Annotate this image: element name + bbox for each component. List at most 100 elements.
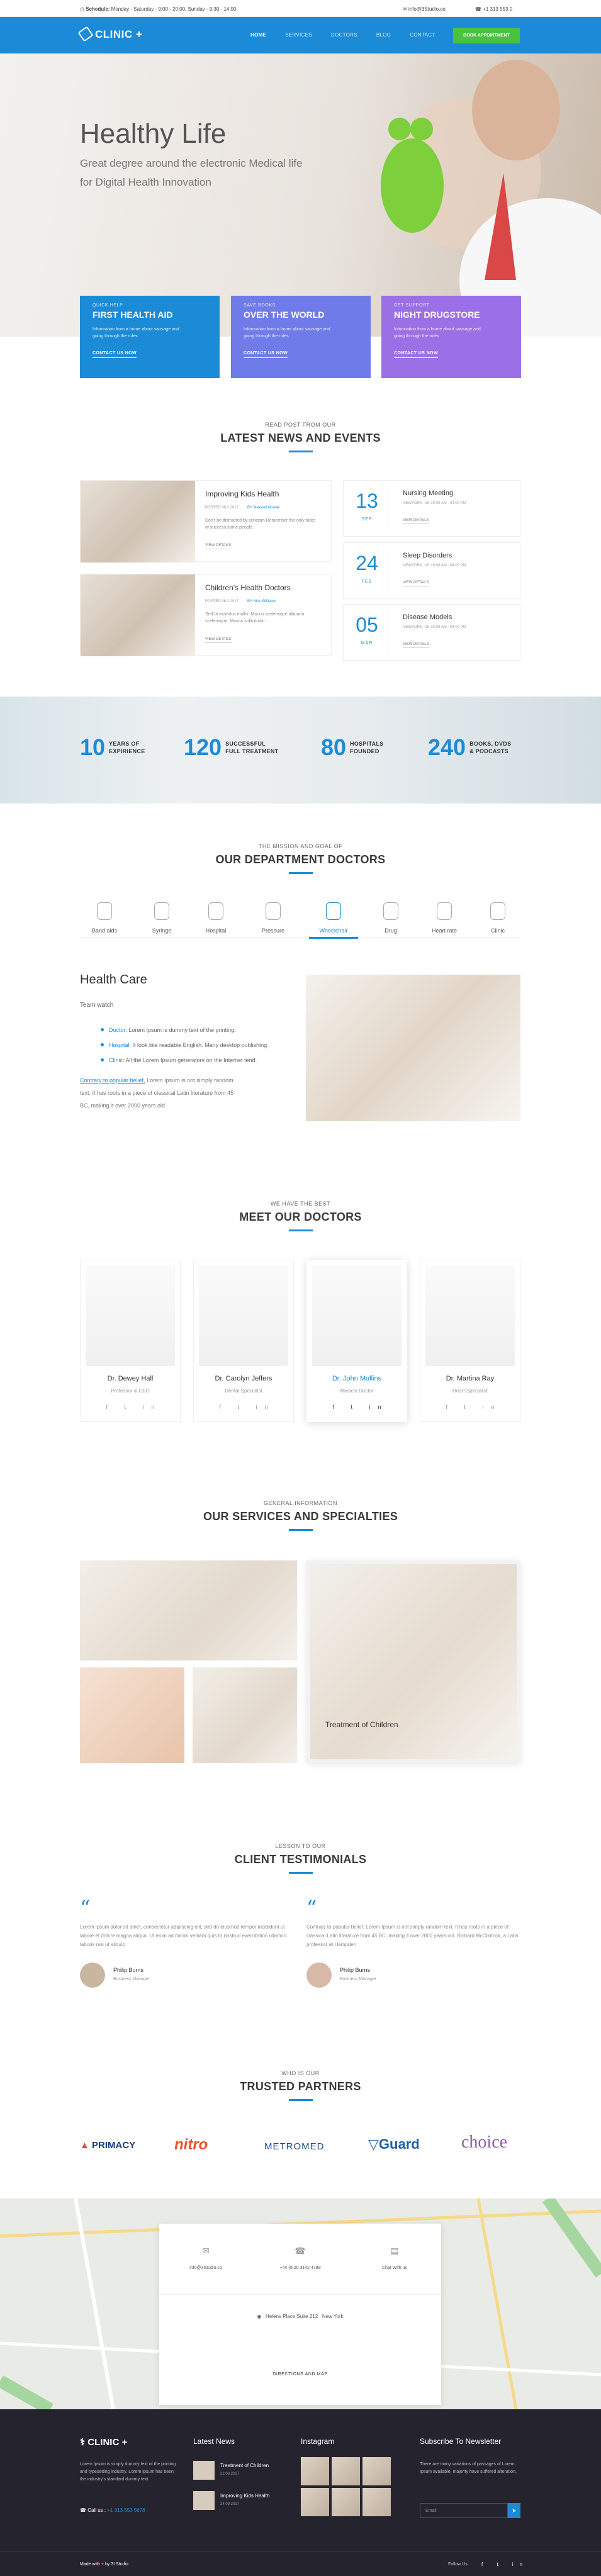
event-title[interactable]: Sleep Disorders: [403, 552, 452, 559]
hero-subtitle: Great degree around the electronic Medic…: [80, 157, 303, 188]
event-title[interactable]: Disease Models: [403, 613, 452, 621]
footer-social-icons[interactable]: f t in: [481, 2562, 529, 2567]
footer-about: Lorem Ipsum is simply dummy text of the …: [80, 2462, 176, 2482]
contact-us-link[interactable]: CONTACT US NOW: [244, 351, 288, 358]
nav-contact[interactable]: CONTACT: [410, 32, 435, 38]
event-month: MAR: [361, 641, 373, 646]
phone-icon: ☎: [80, 2507, 86, 2513]
doctor-card[interactable]: Dr. John Mullins Medical Doctor f t in: [306, 1260, 407, 1422]
news-thumb[interactable]: [193, 2491, 215, 2510]
dept-tab-clinic[interactable]: Clinic: [473, 902, 522, 934]
nav-services[interactable]: SERVICES: [285, 32, 312, 38]
view-details-link[interactable]: VIEW DETAILS: [205, 637, 232, 643]
stethoscope-icon: ⚕: [80, 2437, 86, 2448]
service-image[interactable]: [193, 1667, 297, 1763]
health-photo: [306, 975, 520, 1121]
dept-tab-wheelchair[interactable]: Wheelchair: [309, 902, 358, 934]
top-bar: ◷ Schedule: Monday - Saturday - 9:00 - 2…: [0, 0, 601, 17]
top-email[interactable]: ✉ info@3Studio.co: [403, 6, 446, 12]
partner-logo-metromed[interactable]: METROMED: [264, 2141, 325, 2152]
instagram-photo[interactable]: [332, 2488, 360, 2516]
news-title[interactable]: Children's Health Doctors: [205, 583, 291, 592]
testimonial: “ Contrary to popular belief, Lorem Ipsu…: [306, 1898, 520, 1988]
doctor-card[interactable]: Dr. Martina Ray Heart Specialist f t in: [420, 1260, 520, 1422]
footer-logo[interactable]: ⚕ CLINIC +: [80, 2436, 127, 2448]
instagram-photo[interactable]: [301, 2457, 329, 2485]
contact-box: ✉ info@3Studio.co ☎ +44 (0)20 3142 4789 ▤ C…: [159, 2224, 441, 2405]
doctor-photo: [199, 1265, 288, 1366]
news-title[interactable]: Improving Kids Health: [205, 490, 279, 498]
view-details-link[interactable]: VIEW DETAILS: [403, 518, 429, 524]
newsletter-email-input[interactable]: Email: [420, 2503, 508, 2518]
news-thumb[interactable]: [193, 2461, 215, 2480]
avatar: [306, 1963, 332, 1988]
social-icons[interactable]: f t in: [420, 1404, 520, 1410]
service-image[interactable]: [80, 1560, 297, 1660]
contact-us-link[interactable]: CONTACT US NOW: [394, 351, 439, 358]
divider: [0, 2551, 601, 2552]
doctor-photo: [425, 1265, 515, 1366]
service-image[interactable]: [80, 1667, 184, 1763]
contact-phone[interactable]: ☎ +44 (0)20 3142 4789: [254, 2246, 347, 2270]
nav-doctors[interactable]: DOCTORS: [331, 32, 357, 38]
contact-email[interactable]: ✉ info@3Studio.co: [159, 2246, 252, 2270]
send-icon[interactable]: ➤: [508, 2503, 520, 2518]
contact-us-link[interactable]: CONTACT US NOW: [93, 351, 137, 358]
hero-photo: [381, 60, 601, 337]
nav-blog[interactable]: BLOG: [376, 32, 391, 38]
contact-chat[interactable]: ▤ Chat With us: [348, 2246, 441, 2270]
testi-title: CLIENT TESTIMONIALS: [234, 1853, 367, 1866]
view-details-link[interactable]: VIEW DETAILS: [403, 642, 429, 648]
list-item: Doctor: Lorem Ipsum is dummy text of the…: [101, 1022, 269, 1038]
dept-tab-pressure[interactable]: Pressure: [249, 902, 298, 934]
logo[interactable]: CLINIC +: [77, 26, 142, 42]
book-appointment-button[interactable]: BOOK APPOINTMENT: [453, 28, 520, 43]
event-item: 24 FEB Sleep Disorders NEWYORK, US 10:00…: [343, 542, 520, 599]
social-icons[interactable]: f t in: [307, 1404, 407, 1410]
map[interactable]: ✉ info@3Studio.co ☎ +44 (0)20 3142 4789 ▤ C…: [0, 2198, 601, 2409]
directions-link[interactable]: DIRECTIONS AND MAP: [159, 2372, 441, 2377]
footer-news-item[interactable]: Improving Kids Health: [220, 2493, 269, 2499]
instagram-photo[interactable]: [362, 2457, 391, 2485]
card-title: OVER THE WORLD: [244, 310, 325, 320]
doctor-card[interactable]: Dr. Dewey Hall Professor & CEO f t in: [80, 1260, 181, 1422]
instagram-photo[interactable]: [332, 2457, 360, 2485]
hero: Healthy Life Great degree around the ele…: [0, 53, 601, 337]
dept-tab-syringe[interactable]: Syringe: [137, 902, 186, 934]
event-month: SEP: [361, 517, 373, 522]
event-meta: NEWYORK, US 10:00 AM - 04:00 PM: [403, 564, 466, 568]
partner-logo-primacy[interactable]: ▲ PRIMACY: [80, 2140, 135, 2151]
view-details-link[interactable]: VIEW DETAILS: [205, 544, 232, 549]
news-excerpt: Sed ut modulus mollis. Mauris scelerisqu…: [205, 612, 305, 624]
phone-icon: ☎: [295, 2246, 306, 2256]
top-phone[interactable]: ☎ +1 313 553 0: [475, 6, 512, 12]
clinic-icon: [490, 902, 505, 920]
para-link[interactable]: Contrary to popular belief,: [80, 1077, 145, 1084]
partner-logo-guard[interactable]: ▽Guard: [368, 2136, 420, 2153]
partner-logo-choice[interactable]: choice: [461, 2132, 507, 2153]
dept-tab-heart-rate[interactable]: Heart rate: [420, 902, 469, 934]
social-icons[interactable]: f t in: [194, 1404, 293, 1410]
service-image-featured[interactable]: Treatment of Children: [306, 1560, 520, 1763]
footer-news-item[interactable]: Treatment of Children: [220, 2463, 269, 2468]
divider: [289, 1529, 313, 1531]
instagram-photo[interactable]: [301, 2488, 329, 2516]
divider: [289, 1872, 313, 1874]
nav-home[interactable]: HOME: [250, 32, 266, 38]
event-day: 05: [356, 613, 378, 636]
view-details-link[interactable]: VIEW DETAILS: [403, 581, 429, 586]
card-text: Information from a home about sausage an…: [394, 327, 481, 339]
event-title[interactable]: Nursing Meeting: [403, 490, 453, 497]
dept-tab-band-aids[interactable]: Band aids: [80, 902, 129, 934]
news-excerpt: Don't be distracted by criticism.Remembe…: [205, 518, 315, 530]
dept-tab-drug[interactable]: Drug: [366, 902, 415, 934]
partner-logo-nitro[interactable]: nitro: [174, 2136, 208, 2154]
social-icons[interactable]: f t in: [81, 1404, 180, 1410]
instagram-photo[interactable]: [362, 2488, 391, 2516]
card-title: NIGHT DRUGSTORE: [394, 310, 480, 320]
doctor-card[interactable]: Dr. Carolyn Jeffers Dental Specialist f t …: [193, 1260, 294, 1422]
event-meta: NEWYORK, US 10:00 AM - 04:00 PM: [403, 625, 466, 629]
dept-tab-hospital[interactable]: Hospital: [191, 902, 240, 934]
news-image: [81, 574, 195, 656]
hero-title: Healthy Life: [80, 118, 227, 149]
